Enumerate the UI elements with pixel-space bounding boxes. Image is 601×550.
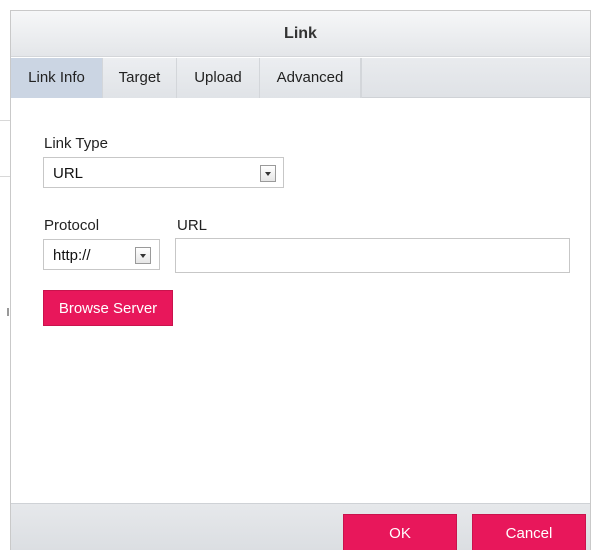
tab-bar: Link Info Target Upload Advanced — [11, 58, 590, 98]
tab-link-info[interactable]: Link Info — [11, 58, 103, 98]
tab-bar-divider — [361, 58, 362, 98]
protocol-label: Protocol — [44, 217, 100, 234]
tab-target[interactable]: Target — [103, 58, 177, 98]
tab-advanced[interactable]: Advanced — [260, 58, 361, 98]
dialog-footer: OK Cancel — [11, 503, 590, 550]
chevron-down-icon[interactable] — [135, 247, 151, 264]
background-divider — [0, 176, 10, 177]
url-label: URL — [177, 217, 208, 234]
chevron-down-icon[interactable] — [260, 165, 276, 182]
link-type-select[interactable]: URL — [43, 157, 284, 188]
link-type-label: Link Type — [44, 135, 108, 152]
link-type-value: URL — [53, 165, 84, 182]
ok-button[interactable]: OK — [343, 514, 457, 550]
protocol-select[interactable]: http:// — [43, 239, 160, 270]
dialog-titlebar[interactable]: Link — [11, 11, 590, 57]
link-dialog: Link Link Info Target Upload Advanced Li… — [10, 10, 591, 550]
background-divider — [0, 120, 10, 121]
background-tick — [7, 308, 9, 316]
background-page-edge — [0, 0, 10, 550]
url-input[interactable] — [175, 238, 570, 273]
cancel-button[interactable]: Cancel — [472, 514, 586, 550]
tab-upload[interactable]: Upload — [177, 58, 260, 98]
dialog-title: Link — [284, 25, 317, 42]
browse-server-button[interactable]: Browse Server — [43, 290, 173, 326]
protocol-value: http:// — [53, 247, 91, 264]
